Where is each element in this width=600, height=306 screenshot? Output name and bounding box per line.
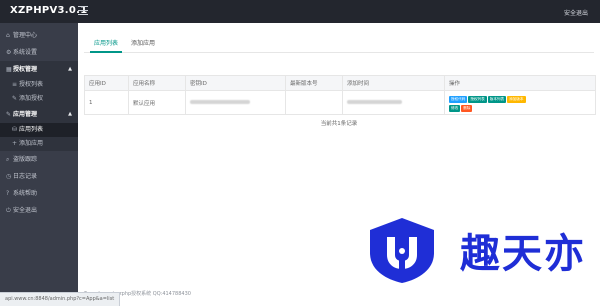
tab-add-app[interactable]: 添加应用 — [128, 37, 158, 53]
tab-app-list[interactable]: 应用列表 — [90, 37, 122, 53]
add-version-button[interactable]: 添加版本 — [507, 95, 526, 103]
version-cell — [285, 90, 343, 115]
list-icon: ≡ — [12, 81, 18, 88]
sidebar-item-settings[interactable]: ⚙ 系统设置 — [0, 44, 78, 61]
license-code-button[interactable]: 授权代码 — [449, 95, 468, 103]
home-icon: ⌂ — [6, 32, 10, 39]
sidebar-item-logs[interactable]: ◷ 日志记录 — [0, 168, 78, 185]
column-header: 应用ID — [84, 75, 129, 91]
sidebar-group-license[interactable]: ▦授权管理 ▲ — [0, 61, 78, 78]
sidebar-item-piracy-tracking[interactable]: ⌕ 盗版跟踪 — [0, 151, 78, 168]
sidebar-item-label: 授权管理 — [13, 66, 38, 73]
sidebar-item-help[interactable]: ? 系统帮助 — [0, 185, 78, 202]
sidebar-item-label: 添加授权 — [19, 95, 44, 102]
browser-status-bar: api.www.cn:8848/admin.php?c=App&a=list — [0, 292, 121, 306]
grid-icon: ▦ — [6, 66, 12, 73]
sidebar-item-label: 添加应用 — [19, 140, 44, 147]
column-header: 操作 — [444, 75, 596, 91]
redacted-value — [347, 100, 402, 104]
table-header-row: 应用ID 应用名称 密钥ID 最新版本号 添加时间 操作 — [84, 75, 596, 91]
track-icon: ⌕ — [6, 156, 10, 163]
sidebar: ⌂ 管理中心 ⚙ 系统设置 ▦授权管理 ▲ ≡ 授权列表 ✎ 添加授权 ✎ 应用管理 ▲ … — [0, 23, 78, 306]
watermark-logo: 趣天亦 — [362, 215, 592, 285]
key-id-cell — [185, 90, 286, 115]
delete-button[interactable]: 删除 — [461, 104, 473, 112]
chevron-up-icon: ▲ — [68, 66, 72, 72]
app-title: XZPHPV3.0.1 — [10, 5, 88, 16]
license-list-button[interactable]: 授权列表 — [468, 95, 487, 103]
database-icon: ⛁ — [12, 126, 18, 133]
sidebar-item-label: 应用列表 — [19, 126, 44, 133]
record-count: 当前共1条记录 — [320, 121, 358, 127]
logout-link-top[interactable]: 安全退出 — [564, 8, 588, 17]
sidebar-item-label: 管理中心 — [13, 32, 38, 39]
version-list-button[interactable]: 版本列表 — [487, 95, 507, 103]
gear-icon: ⚙ — [6, 49, 12, 56]
app-table: 应用ID 应用名称 密钥ID 最新版本号 添加时间 操作 1 默认应用 授权代码… — [84, 75, 596, 115]
column-header: 应用名称 — [128, 75, 186, 91]
sidebar-item-add-app[interactable]: + 添加应用 — [0, 137, 78, 151]
app-id-cell: 1 — [84, 90, 129, 115]
sidebar-item-license-list[interactable]: ≡ 授权列表 — [0, 78, 78, 92]
shield-logo-icon — [370, 218, 434, 283]
added-time-cell — [342, 90, 445, 115]
sidebar-item-logout[interactable]: ⏻ 安全退出 — [0, 202, 78, 219]
redacted-value — [190, 100, 250, 104]
chevron-up-icon: ▲ — [68, 111, 72, 117]
help-icon: ? — [6, 190, 10, 197]
log-icon: ◷ — [6, 173, 12, 180]
sidebar-group-apps[interactable]: ✎ 应用管理 ▲ — [0, 106, 78, 123]
tab-bar: 应用列表 添加应用 — [84, 37, 594, 53]
edit-button[interactable]: 修改 — [449, 104, 461, 112]
top-bar: XZPHPV3.0.1 安全退出 — [0, 0, 600, 23]
column-header: 密钥ID — [185, 75, 286, 91]
sidebar-item-label: 授权列表 — [19, 81, 44, 88]
sidebar-item-label: 日志记录 — [13, 173, 38, 180]
menu-toggle-icon[interactable] — [78, 6, 88, 15]
app-name-cell: 默认应用 — [128, 90, 186, 115]
actions-cell: 授权代码 授权列表 版本列表 添加版本 修改 删除 — [444, 90, 596, 115]
edit-icon: ✎ — [6, 111, 12, 118]
sidebar-item-dashboard[interactable]: ⌂ 管理中心 — [0, 27, 78, 44]
sidebar-item-add-license[interactable]: ✎ 添加授权 — [0, 92, 78, 106]
logout-icon: ⏻ — [6, 207, 11, 214]
sidebar-item-label: 系统帮助 — [13, 190, 38, 197]
sidebar-item-label: 应用管理 — [13, 111, 38, 118]
sidebar-item-app-list[interactable]: ⛁ 应用列表 — [0, 123, 78, 137]
sidebar-item-label: 系统设置 — [13, 49, 38, 56]
column-header: 最新版本号 — [285, 75, 343, 91]
plus-icon: + — [12, 140, 18, 147]
edit-icon: ✎ — [12, 95, 18, 102]
sidebar-item-label: 盗版跟踪 — [13, 156, 38, 163]
watermark-text: 趣天亦 — [460, 231, 586, 277]
sidebar-item-label: 安全退出 — [13, 207, 38, 214]
table-row: 1 默认应用 授权代码 授权列表 版本列表 添加版本 修改 删除 — [84, 90, 596, 115]
column-header: 添加时间 — [342, 75, 445, 91]
